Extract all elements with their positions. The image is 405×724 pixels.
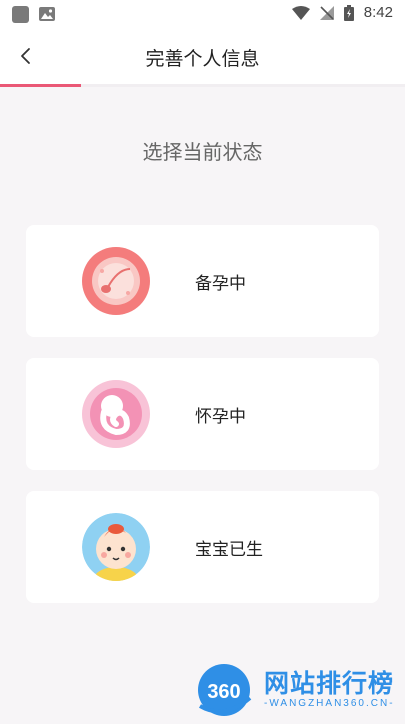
option-preparing[interactable]: 备孕中 (26, 225, 379, 337)
state-prompt: 选择当前状态 (142, 140, 263, 164)
watermark-subtext: -WANGZHAN360.CN- (264, 698, 395, 709)
progress-fill (0, 84, 81, 87)
watermark-text: 网站排行榜 (264, 669, 395, 698)
notification-app-icon (12, 6, 29, 23)
wifi-icon (291, 5, 310, 20)
header: 完善个人信息 (0, 28, 405, 84)
status-left-icons (12, 6, 55, 23)
progress-bar (0, 84, 405, 87)
status-time: 8:42 (363, 4, 393, 21)
status-bar: 8:42 (0, 0, 405, 28)
page-title: 完善个人信息 (145, 48, 260, 70)
battery-icon (343, 4, 354, 21)
no-signal-icon (319, 5, 334, 20)
baby-icon (82, 513, 150, 581)
fetus-icon (82, 380, 150, 448)
watermark: 360 网站排行榜 -WANGZHAN360.CN- (194, 658, 404, 720)
option-label: 备孕中 (195, 274, 246, 294)
option-label: 宝宝已生 (195, 540, 263, 560)
status-right-icons: 8:42 (291, 4, 393, 21)
image-notification-icon (39, 7, 55, 21)
logo-360-icon: 360 (198, 664, 252, 716)
option-label: 怀孕中 (195, 407, 246, 427)
logo-text: 360 (207, 681, 240, 703)
option-born[interactable]: 宝宝已生 (26, 491, 379, 603)
option-pregnant[interactable]: 怀孕中 (26, 358, 379, 470)
sperm-egg-icon (82, 247, 150, 315)
